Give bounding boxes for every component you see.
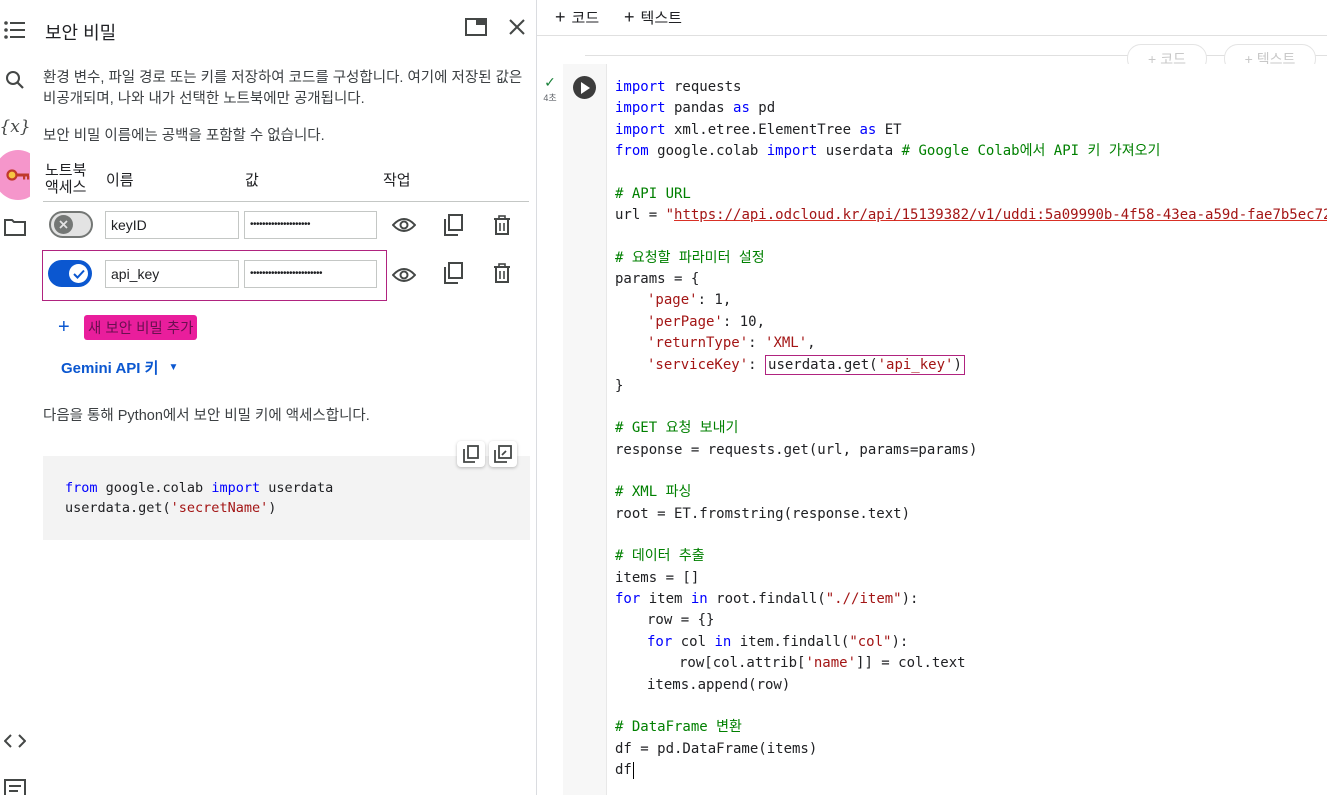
column-access-line1: 노트북 [45, 162, 87, 179]
code-line: items.append(row) [647, 677, 791, 693]
code-line: df [615, 761, 634, 779]
delete-icon[interactable] [490, 213, 514, 237]
code-line: import pandas as pd [615, 100, 776, 116]
copy-icon[interactable] [441, 213, 465, 237]
add-secret-button[interactable]: + 새 보안 비밀 추가 [58, 314, 198, 340]
eye-icon[interactable] [392, 213, 416, 237]
text-cursor [632, 761, 634, 779]
notebook-access-toggle[interactable] [48, 260, 92, 287]
highlighted-expression: userdata.get('api_key') [765, 355, 965, 375]
plus-icon: + [58, 315, 70, 338]
search-icon[interactable] [2, 67, 28, 93]
code-line: params = { [615, 271, 700, 287]
access-instructions: 다음을 통해 Python에서 보안 비밀 키에 액세스합니다. [43, 408, 370, 424]
code-cell: import requests import pandas as pd impo… [563, 64, 1327, 795]
column-actions: 작업 [383, 172, 411, 189]
execution-status: ✓ 4초 [540, 74, 560, 104]
code-line: from google.colab import userdata # Goog… [615, 143, 1161, 159]
code-line: 'returnType': 'XML', [647, 335, 816, 351]
toggle-knob [69, 264, 88, 283]
snippet-toolbar [457, 441, 517, 467]
secret-name-input[interactable]: keyID [105, 211, 239, 239]
panel-title: 보안 비밀 [45, 23, 117, 43]
add-secret-label: 새 보안 비밀 추가 [84, 314, 198, 340]
code-line: } [615, 378, 624, 394]
secret-value-input[interactable]: •••••••••••••••••••• [244, 211, 377, 239]
notebook-toolbar: + 코드 + 텍스트 [537, 0, 1327, 36]
api-url: https://api.odcloud.kr/api/15139382/v1/u… [674, 207, 1327, 223]
code-line: for item in root.findall(".//item"): [615, 591, 919, 607]
secret-value-input[interactable]: •••••••••••••••••••••••• [244, 260, 377, 288]
column-name: 이름 [106, 172, 134, 189]
column-value: 값 [245, 172, 259, 189]
code-line: items = [] [615, 570, 700, 586]
column-access-line2: 액세스 [45, 179, 87, 196]
add-code-button[interactable]: + 코드 [555, 7, 599, 28]
code-line: # GET 요청 보내기 [615, 420, 739, 436]
gemini-api-key-dropdown[interactable]: Gemini API 키 ▼ [61, 357, 178, 378]
cell-separator [585, 55, 1327, 56]
code-line: row[col.attrib['name']] = col.text [679, 655, 966, 671]
panel-note: 보안 비밀 이름에는 공백을 포함할 수 없습니다. [43, 128, 325, 144]
code-line: 'page': 1, [647, 292, 732, 308]
code-line: import xml.etree.ElementTree as ET [615, 122, 902, 138]
variables-icon[interactable]: {x} [0, 114, 31, 140]
menu-icon[interactable] [2, 17, 28, 43]
code-editor[interactable]: import requests import pandas as pd impo… [606, 64, 1327, 795]
chevron-down-icon: ▼ [168, 362, 179, 373]
delete-icon[interactable] [490, 261, 514, 285]
toggle-knob [54, 215, 73, 234]
secret-row-highlighted: api_key •••••••••••••••••••••••• [42, 250, 387, 301]
code-line: 'perPage': 10, [647, 314, 766, 330]
insert-code-icon[interactable] [489, 441, 517, 467]
secret-name-input[interactable]: api_key [105, 260, 239, 288]
copy-icon[interactable] [441, 261, 465, 285]
execution-time: 4초 [543, 93, 557, 103]
code-line: # XML 파싱 [615, 484, 692, 500]
terminal-icon[interactable] [2, 775, 28, 795]
code-line: # 데이터 추출 [615, 548, 705, 564]
code-line: # 요청할 파라미터 설정 [615, 250, 765, 266]
code-line: url = "https://api.odcloud.kr/api/151393… [615, 205, 1327, 226]
secrets-table-header: 노트북 액세스 이름 값 작업 [43, 162, 529, 202]
open-in-tab-icon[interactable] [463, 14, 489, 40]
run-icon[interactable] [573, 76, 596, 99]
secret-row: keyID •••••••••••••••••••• [43, 203, 529, 249]
add-text-button[interactable]: + 텍스트 [624, 7, 682, 28]
plus-icon: + [555, 7, 566, 27]
code-line: # API URL [615, 186, 691, 202]
secrets-panel: 보안 비밀 환경 변수, 파일 경로 또는 키를 저장하여 코드를 구성합니다.… [30, 0, 536, 795]
folder-icon[interactable] [2, 214, 28, 240]
check-icon: ✓ [544, 74, 556, 90]
code-line: df = pd.DataFrame(items) [615, 741, 818, 757]
code-line: # DataFrame 변환 [615, 719, 742, 735]
gemini-label: Gemini API 키 [61, 360, 159, 377]
copy-icon[interactable] [457, 441, 485, 467]
code-line: 'serviceKey': userdata.get('api_key') [647, 355, 965, 376]
code-snippet: from google.colab import userdata userda… [43, 456, 530, 540]
code-line: response = requests.get(url, params=para… [615, 442, 978, 458]
plus-icon: + [624, 7, 635, 27]
code-line: row = {} [647, 612, 715, 628]
eye-icon[interactable] [392, 263, 416, 287]
close-icon[interactable] [504, 14, 530, 40]
panel-description: 환경 변수, 파일 경로 또는 키를 저장하여 코드를 구성합니다. 여기에 저… [43, 70, 523, 107]
code-line: import requests [615, 79, 742, 95]
notebook-access-toggle[interactable] [49, 211, 93, 238]
panel-divider [536, 0, 537, 795]
code-icon[interactable] [2, 728, 28, 754]
code-line: root = ET.fromstring(response.text) [615, 506, 911, 522]
code-line: for col in item.findall("col"): [647, 634, 909, 650]
side-rail: {x} [0, 0, 42, 795]
